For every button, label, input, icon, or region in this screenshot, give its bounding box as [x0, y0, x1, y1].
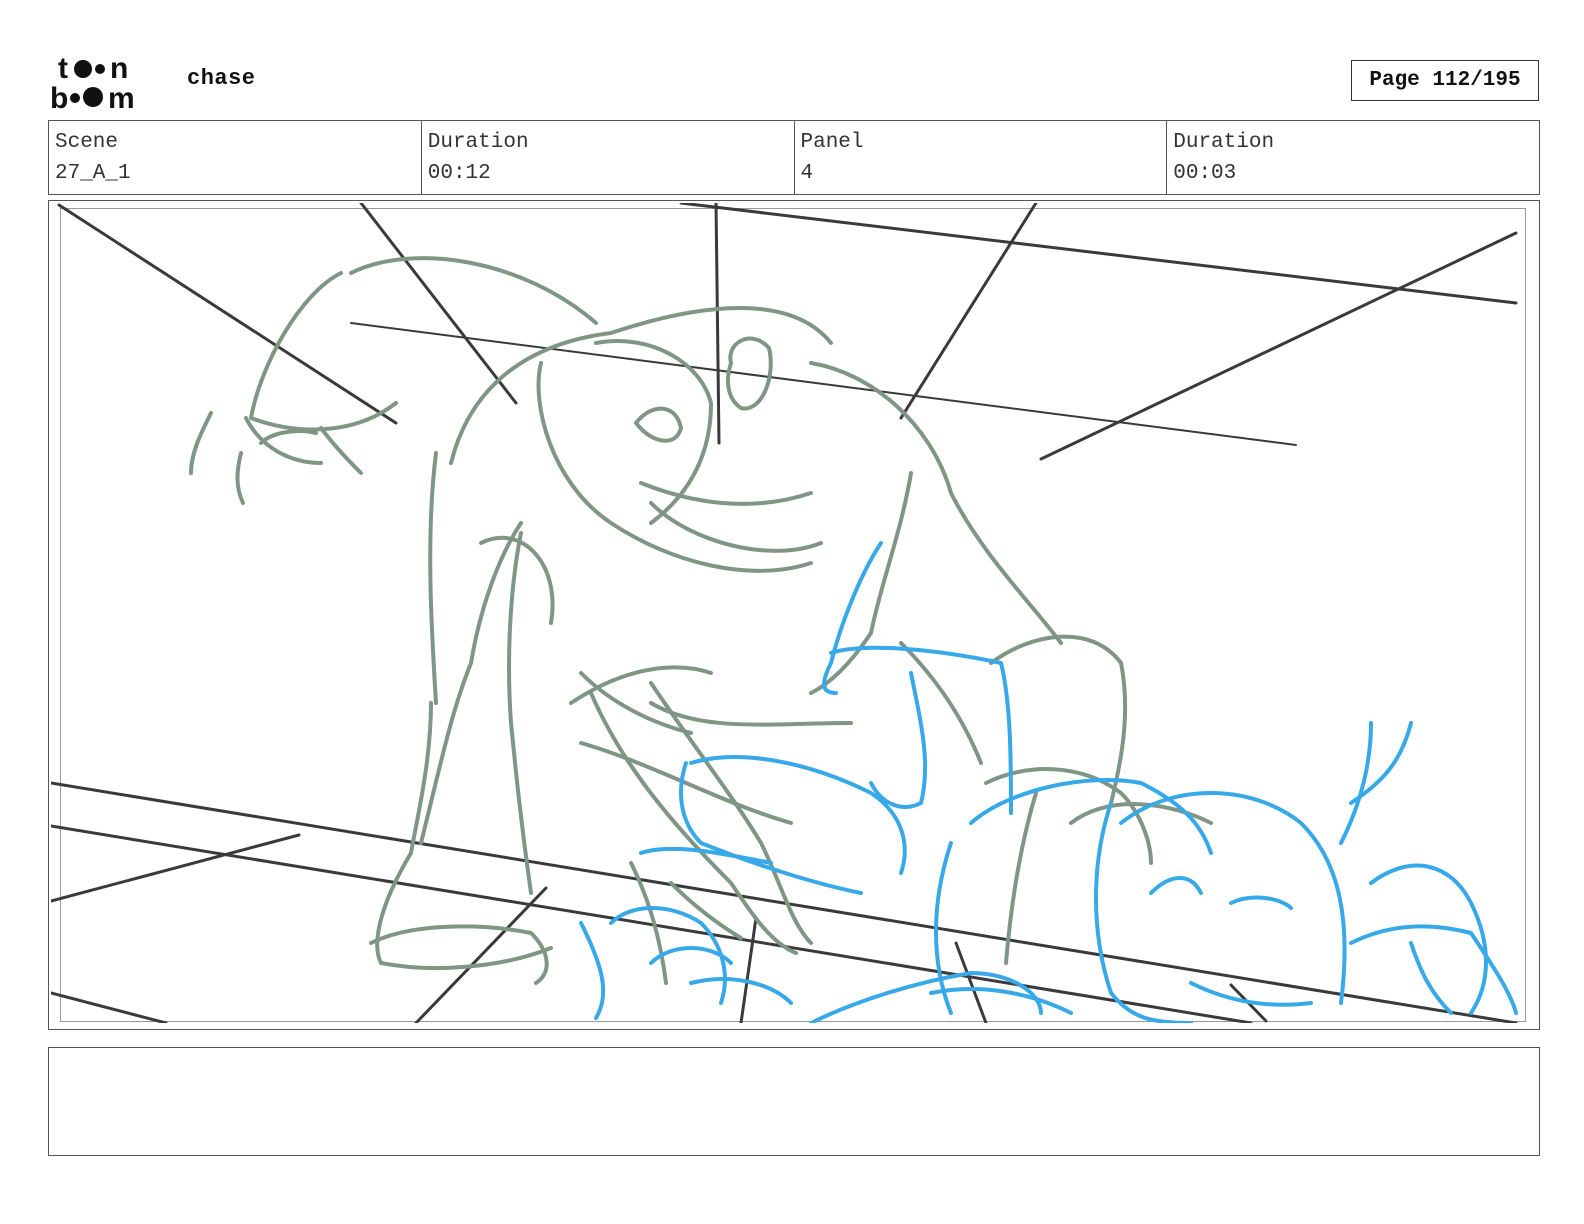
panel-duration-cell: Duration 00:03	[1167, 121, 1539, 194]
panel-duration-value: 00:03	[1173, 162, 1237, 185]
scene-info-table: Scene 27_A_1 Duration 00:12 Panel 4 Dura…	[48, 120, 1540, 195]
scene-value: 27_A_1	[55, 162, 131, 185]
panel-notes-box	[48, 1047, 1540, 1156]
page-number-badge: Page 112/195	[1351, 60, 1539, 101]
svg-text:t: t	[58, 52, 68, 85]
project-title: chase	[187, 66, 256, 91]
scene-label: Scene	[55, 131, 119, 154]
scene-duration-cell: Duration 00:12	[422, 121, 795, 194]
scene-duration-value: 00:12	[427, 162, 491, 185]
panel-label: Panel	[800, 131, 864, 154]
svg-text:b: b	[50, 82, 68, 110]
toon-boom-logo: t n b m	[50, 52, 135, 110]
panel-value: 4	[800, 162, 814, 185]
svg-text:n: n	[110, 52, 128, 85]
panel-duration-label: Duration	[1173, 131, 1275, 154]
panel-cell: Panel 4	[795, 121, 1168, 194]
scene-cell: Scene 27_A_1	[49, 121, 422, 194]
scene-duration-label: Duration	[427, 131, 529, 154]
svg-text:m: m	[108, 82, 135, 110]
storyboard-sketch	[51, 203, 1518, 1023]
perspective-lines	[51, 203, 1518, 1023]
